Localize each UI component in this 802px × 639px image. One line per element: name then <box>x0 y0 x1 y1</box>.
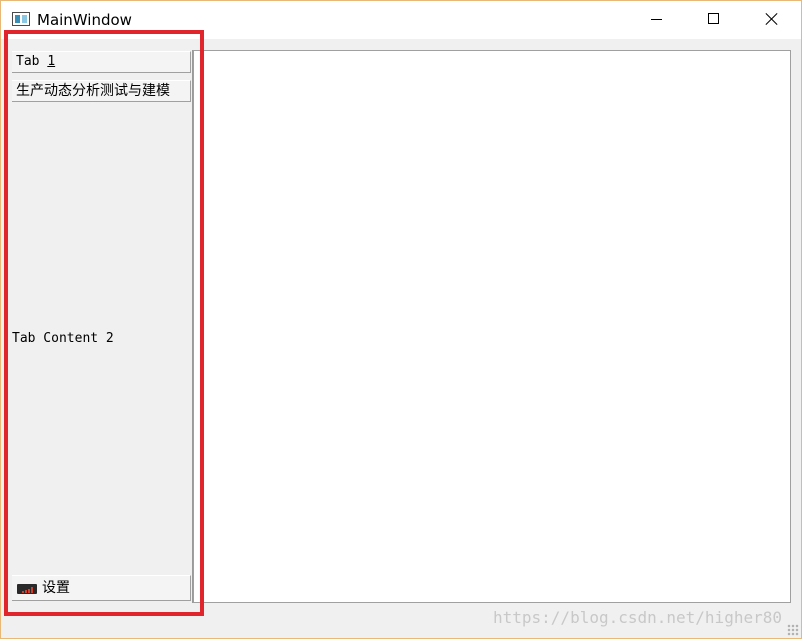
main-content-area <box>193 50 791 603</box>
title-bar[interactable]: MainWindow <box>1 1 801 39</box>
maximize-button[interactable] <box>685 1 743 39</box>
main-window: MainWindow Tab 1 生产动态分析测试与建模 Tab Content… <box>0 0 802 639</box>
window-title: MainWindow <box>37 11 132 29</box>
resize-grip[interactable] <box>787 624 799 636</box>
signal-bars-icon <box>17 584 37 594</box>
tab-content-text: Tab Content 2 <box>12 331 114 346</box>
minimize-button[interactable] <box>627 1 685 39</box>
settings-tab[interactable]: 设置 <box>12 575 191 601</box>
close-icon <box>765 12 779 26</box>
tab-1-mnemonic: 1 <box>47 54 56 69</box>
tab-2[interactable]: 生产动态分析测试与建模 <box>12 80 191 102</box>
tab-1-label: Tab <box>16 54 48 69</box>
minimize-icon <box>651 19 662 20</box>
maximize-icon <box>708 13 719 24</box>
watermark-text: https://blog.csdn.net/higher80 <box>493 608 782 627</box>
tab-1[interactable]: Tab 1 <box>12 51 191 73</box>
settings-label: 设置 <box>42 580 70 596</box>
sidebar-toolbox: Tab 1 生产动态分析测试与建模 Tab Content 2 设置 <box>10 50 193 603</box>
close-button[interactable] <box>743 1 801 39</box>
window-app-icon <box>12 12 30 26</box>
tab-2-label: 生产动态分析测试与建模 <box>16 83 170 99</box>
